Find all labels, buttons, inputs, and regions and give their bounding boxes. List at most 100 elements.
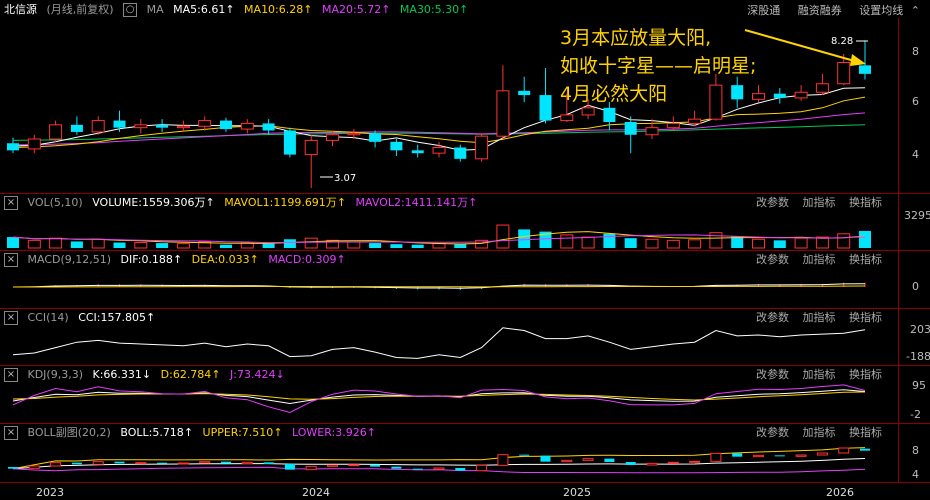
- volume-bar: [134, 242, 148, 249]
- boll-candle: [646, 462, 658, 466]
- low-price-label: 3.07: [334, 173, 356, 184]
- boll-candle: [284, 464, 295, 470]
- boll-candle: [412, 468, 423, 470]
- cci-line: [12, 327, 866, 359]
- candle-body: [539, 95, 552, 121]
- boll-candle: [391, 466, 402, 469]
- candle-body: [560, 114, 574, 122]
- boll-candle: [753, 454, 764, 458]
- candle-body: [27, 138, 41, 150]
- candle-body: [7, 143, 19, 151]
- boll-candle: [241, 461, 253, 465]
- stock-chart-window: { "header": { "stock_name": "北信源", "peri…: [0, 0, 930, 500]
- volume-bar: [240, 242, 254, 249]
- candle-body: [709, 84, 723, 120]
- volume-bar: [390, 244, 403, 248]
- boll-candle: [199, 461, 211, 464]
- candle-body: [645, 127, 659, 136]
- volume-bar: [304, 237, 318, 249]
- boll-candle: [305, 465, 317, 471]
- vol-axis-label: 3295: [904, 209, 930, 222]
- boll-candle: [519, 454, 530, 456]
- boll-candle: [860, 448, 870, 451]
- candle-body: [475, 135, 489, 160]
- boll-candle: [263, 462, 274, 464]
- macd-axis-label: 0: [912, 280, 919, 293]
- volume-bar: [773, 240, 786, 248]
- volume-bar: [91, 238, 105, 249]
- boll-candle: [625, 462, 636, 465]
- candle-body: [198, 120, 212, 127]
- volume-bar: [709, 232, 723, 249]
- candle-body: [859, 65, 871, 74]
- candle-body: [688, 118, 702, 124]
- volume-bar: [624, 238, 637, 248]
- boll-candle: [8, 467, 18, 469]
- boll-candle: [561, 459, 573, 463]
- candle-body: [432, 147, 446, 154]
- price-axis-label: 4: [912, 148, 919, 161]
- high-price-label: 8.28: [831, 36, 853, 47]
- candle-body: [369, 133, 382, 142]
- volume-bar: [454, 244, 467, 248]
- candle-body: [304, 139, 318, 156]
- boll-candle: [582, 458, 594, 461]
- volume-bar: [262, 243, 275, 248]
- j-line: [12, 384, 866, 414]
- candle-body: [815, 83, 829, 93]
- boll-candle: [732, 453, 743, 457]
- candle-body: [731, 85, 744, 100]
- boll-axis-label: 8: [912, 444, 919, 457]
- candle-body: [603, 107, 616, 122]
- candle-body: [752, 93, 765, 100]
- volume-bar: [581, 236, 595, 249]
- boll-upper-line: [12, 447, 866, 470]
- volume-bar: [176, 243, 190, 249]
- boll-candle: [50, 462, 62, 467]
- x-axis-label: 2025: [563, 486, 591, 499]
- candle-body: [624, 122, 637, 135]
- volume-bar: [347, 241, 361, 249]
- volume-bar: [815, 236, 829, 249]
- x-axis-label: 2023: [36, 486, 64, 499]
- volume-bar: [518, 229, 531, 248]
- cci-axis-label: 203: [910, 323, 930, 336]
- cci-panel: [12, 327, 866, 359]
- candle-body: [283, 130, 296, 155]
- price-axis-label: 8: [912, 45, 919, 58]
- chart-canvas: 8.28 3.07 8 6 4 3295 0 203 -188 95 -2 8 …: [0, 18, 930, 499]
- candle-body: [581, 107, 595, 116]
- boll-candle: [689, 460, 701, 463]
- candle-body: [794, 91, 808, 99]
- candle-body: [326, 134, 339, 141]
- candle-body: [134, 124, 148, 129]
- boll-candle: [157, 462, 168, 464]
- boll-candle: [540, 455, 551, 462]
- candle-body: [113, 120, 126, 128]
- volume-bar: [794, 237, 808, 249]
- boll-candle: [348, 464, 360, 467]
- volume-bar: [27, 239, 41, 249]
- boll-candle: [710, 452, 722, 462]
- x-axis-label: 2026: [826, 486, 854, 499]
- candle-body: [262, 123, 275, 131]
- volume-bar: [411, 244, 424, 248]
- volume-bar: [220, 244, 232, 248]
- price-axis-label: 6: [912, 95, 919, 108]
- boll-candle: [604, 458, 615, 462]
- panel-borders: [0, 18, 930, 483]
- volume-bar: [432, 243, 446, 249]
- candle-body: [49, 124, 63, 140]
- volume-bar: [369, 243, 382, 248]
- volume-bar: [156, 243, 169, 248]
- volume-bar: [496, 224, 510, 249]
- volume-bar: [666, 239, 680, 249]
- volume-bar: [837, 233, 851, 249]
- boll-candle: [28, 465, 40, 469]
- boll-candle: [327, 464, 338, 467]
- boll-candle: [774, 455, 785, 457]
- boll-candle: [92, 461, 104, 465]
- boll-candle: [667, 461, 679, 464]
- candle-body: [91, 120, 105, 133]
- volume-bar: [7, 237, 19, 248]
